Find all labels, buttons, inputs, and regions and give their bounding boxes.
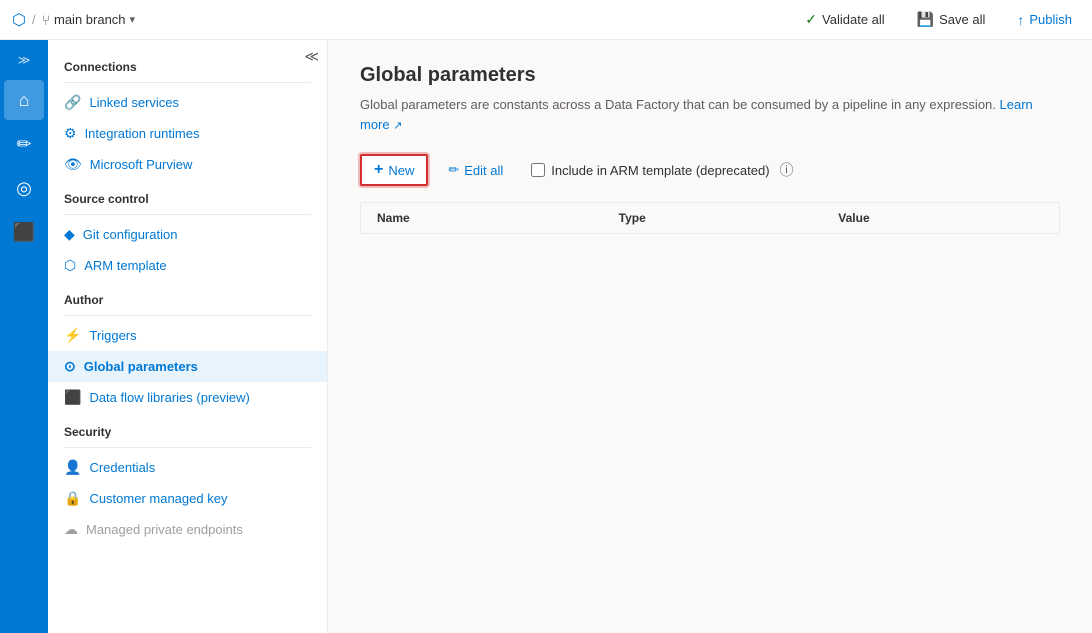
- arm-template-label: Include in ARM template (deprecated): [551, 163, 769, 178]
- section-source-control: Source control: [48, 180, 327, 210]
- credentials-icon: 👤: [64, 459, 81, 476]
- plus-icon: +: [374, 161, 383, 179]
- expand-icon[interactable]: ≫: [4, 48, 44, 72]
- section-author: Author: [48, 281, 327, 311]
- arm-template-checkbox[interactable]: [531, 163, 545, 177]
- section-security: Security: [48, 413, 327, 443]
- global-params-icon: ⊙: [64, 358, 76, 375]
- sidebar-collapse-button[interactable]: ≪: [304, 48, 319, 65]
- sidebar-item-integration-runtimes[interactable]: ⚙ Integration runtimes: [48, 118, 327, 149]
- branch-icon: ⑂: [42, 12, 50, 28]
- sidebar-item-customer-managed-key[interactable]: 🔒 Customer managed key: [48, 483, 327, 514]
- icon-bar: ≫ ⌂ ✏ ◎ ⬛: [0, 40, 48, 633]
- publish-button[interactable]: ↑ Publish: [1009, 8, 1080, 32]
- save-icon: 💾: [917, 11, 934, 28]
- new-button[interactable]: + New: [360, 154, 428, 186]
- iconbar-monitor-button[interactable]: ◎: [4, 168, 44, 208]
- divider-source-control: [64, 214, 311, 215]
- integration-runtimes-icon: ⚙: [64, 125, 77, 142]
- validate-icon: ✓: [805, 11, 817, 28]
- sidebar-item-triggers[interactable]: ⚡ Triggers: [48, 320, 327, 351]
- breadcrumb-sep: /: [32, 12, 36, 27]
- sidebar-item-linked-services[interactable]: 🔗 Linked services: [48, 87, 327, 118]
- data-flow-icon: ⬛: [64, 389, 81, 406]
- info-icon[interactable]: ⓘ: [780, 160, 794, 180]
- top-bar: ⬡ / ⑂ main branch ▾ ✓ Validate all 💾 Sav…: [0, 0, 1092, 40]
- section-connections: Connections: [48, 48, 327, 78]
- publish-icon: ↑: [1017, 12, 1024, 28]
- sidebar-item-global-parameters[interactable]: ⊙ Global parameters: [48, 351, 327, 382]
- sidebar-item-arm-template[interactable]: ⬡ ARM template: [48, 250, 327, 281]
- triggers-icon: ⚡: [64, 327, 81, 344]
- git-icon: ◆: [64, 226, 75, 243]
- edit-all-button[interactable]: ✏ Edit all: [436, 157, 515, 183]
- breadcrumb: ⬡ / ⑂ main branch ▾: [12, 10, 135, 30]
- toolbar: + New ✏ Edit all Include in ARM template…: [360, 154, 1060, 186]
- divider-security: [64, 447, 311, 448]
- col-name: Name: [361, 203, 603, 234]
- iconbar-pencil-button[interactable]: ✏: [4, 124, 44, 164]
- sidebar-item-credentials[interactable]: 👤 Credentials: [48, 452, 327, 483]
- validate-all-button[interactable]: ✓ Validate all: [797, 7, 892, 32]
- save-all-button[interactable]: 💾 Save all: [909, 7, 994, 32]
- main-layout: ≫ ⌂ ✏ ◎ ⬛ ≪ Connections 🔗 Linked service…: [0, 40, 1092, 633]
- sidebar-item-microsoft-purview[interactable]: 👁 Microsoft Purview: [48, 149, 327, 180]
- branch-label: main branch: [54, 12, 126, 27]
- linked-services-icon: 🔗: [64, 94, 81, 111]
- purview-icon: 👁: [64, 156, 82, 173]
- cloud-icon: ☁: [64, 521, 78, 538]
- external-link-icon: ↗: [393, 120, 402, 132]
- top-bar-actions: ✓ Validate all 💾 Save all ↑ Publish: [797, 7, 1080, 32]
- arm-template-checkbox-group: Include in ARM template (deprecated) ⓘ: [531, 160, 793, 180]
- col-type: Type: [603, 203, 823, 234]
- home-icon: ⬡: [12, 10, 26, 30]
- iconbar-toolbox-button[interactable]: ⬛: [4, 212, 44, 252]
- col-value: Value: [822, 203, 1059, 234]
- iconbar-home-button[interactable]: ⌂: [4, 80, 44, 120]
- sidebar-item-data-flow-libraries[interactable]: ⬛ Data flow libraries (preview): [48, 382, 327, 413]
- chevron-icon[interactable]: ▾: [130, 13, 136, 26]
- content-description: Global parameters are constants across a…: [360, 95, 1060, 134]
- sidebar: ≪ Connections 🔗 Linked services ⚙ Integr…: [48, 40, 328, 633]
- arm-icon: ⬡: [64, 257, 76, 274]
- content-area: Global parameters Global parameters are …: [328, 40, 1092, 633]
- pencil-icon: ✏: [448, 162, 459, 178]
- sidebar-item-managed-private-endpoints: ☁ Managed private endpoints: [48, 514, 327, 545]
- divider-author: [64, 315, 311, 316]
- divider-connections: [64, 82, 311, 83]
- key-icon: 🔒: [64, 490, 81, 507]
- parameters-table: Name Type Value: [360, 202, 1060, 234]
- page-title: Global parameters: [360, 64, 1060, 87]
- sidebar-item-git-configuration[interactable]: ◆ Git configuration: [48, 219, 327, 250]
